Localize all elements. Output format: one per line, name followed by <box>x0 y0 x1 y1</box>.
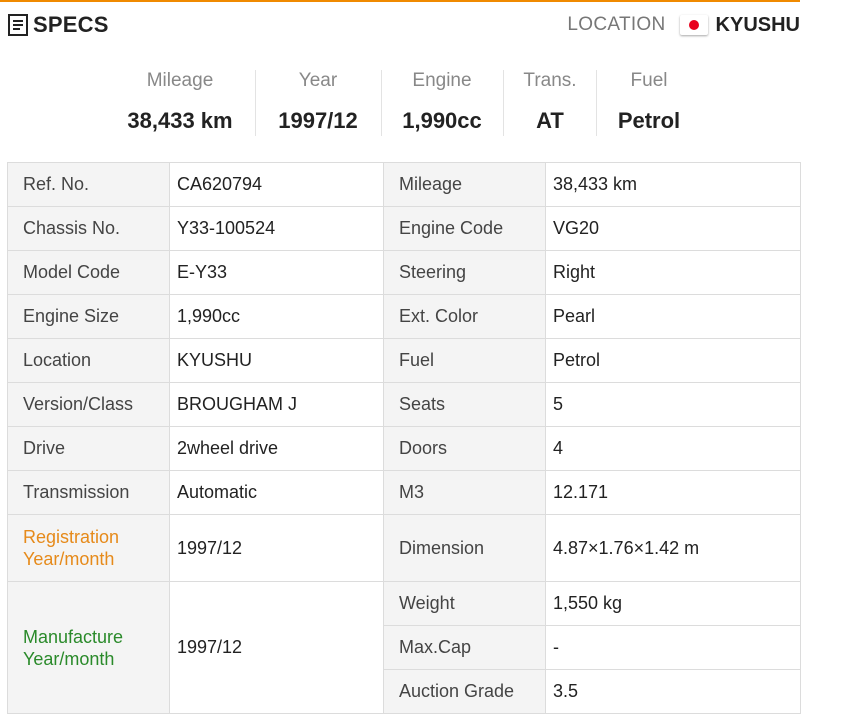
japan-flag-icon <box>679 15 708 35</box>
summary-label: Engine <box>412 70 472 91</box>
spec-label-chassis-no: Chassis No. <box>7 206 170 251</box>
spec-label-transmission: Transmission <box>7 470 170 515</box>
summary-label: Fuel <box>630 70 668 91</box>
table-row: Manufacture Year/month 1997/12 Weight 1,… <box>7 581 801 714</box>
document-icon <box>8 14 28 36</box>
summary-divider <box>596 70 597 136</box>
spec-label-version-class: Version/Class <box>7 382 170 427</box>
spec-label-engine-size: Engine Size <box>7 294 170 339</box>
summary-transmission: Trans. AT <box>506 66 594 142</box>
summary-value: 1,990cc <box>402 108 482 133</box>
location-value: KYUSHU <box>715 13 800 36</box>
spec-label-auction-grade: Auction Grade <box>383 669 546 714</box>
spec-value-dimension: 4.87×1.76×1.42 m <box>545 514 801 582</box>
specs-header: SPECS LOCATION KYUSHU <box>8 12 800 42</box>
table-row: Ref. No. CA620794 Mileage 38,433 km <box>7 162 801 207</box>
spec-value-registration: 1997/12 <box>169 514 384 582</box>
spec-value-engine-code: VG20 <box>545 206 801 251</box>
manufacture-label-line2: Year/month <box>23 648 115 669</box>
manufacture-label-line1: Manufacture <box>23 626 124 647</box>
spec-value-doors: 4 <box>545 426 801 471</box>
spec-value-ref-no: CA620794 <box>169 162 384 207</box>
spec-value-auction-grade: 3.5 <box>545 669 801 714</box>
page-title: SPECS <box>33 12 109 37</box>
spec-label-seats: Seats <box>383 382 546 427</box>
spec-value-engine-size: 1,990cc <box>169 294 384 339</box>
spec-label-ref-no: Ref. No. <box>7 162 170 207</box>
spec-value-chassis-no: Y33-100524 <box>169 206 384 251</box>
table-row: Engine Size 1,990cc Ext. Color Pearl <box>7 294 801 339</box>
spec-label-steering: Steering <box>383 250 546 295</box>
summary-engine: Engine 1,990cc <box>384 66 500 142</box>
spec-value-steering: Right <box>545 250 801 295</box>
spec-label-m3: M3 <box>383 470 546 515</box>
summary-divider <box>255 70 256 136</box>
registration-label-line1: Registration <box>23 527 120 547</box>
summary-label: Trans. <box>523 70 577 91</box>
table-row: Model Code E-Y33 Steering Right <box>7 250 801 295</box>
spec-label-model-code: Model Code <box>7 250 170 295</box>
summary-fuel: Fuel Petrol <box>600 66 698 142</box>
summary-mileage: Mileage 38,433 km <box>110 66 250 142</box>
table-row: Version/Class BROUGHAM J Seats 5 <box>7 382 801 427</box>
spec-value-version-class: BROUGHAM J <box>169 382 384 427</box>
summary-label: Mileage <box>146 70 214 91</box>
summary-label: Year <box>298 70 338 91</box>
spec-label-mileage: Mileage <box>383 162 546 207</box>
spec-value-fuel: Petrol <box>545 338 801 383</box>
table-row: Transmission Automatic M3 12.171 <box>7 470 801 515</box>
specs-title-group: SPECS <box>8 12 109 38</box>
spec-label-dimension: Dimension <box>383 514 546 582</box>
spec-value-manufacture: 1997/12 <box>169 581 384 714</box>
spec-label-registration: Registration Year/month <box>7 514 170 582</box>
table-row: Drive 2wheel drive Doors 4 <box>7 426 801 471</box>
spec-label-engine-code: Engine Code <box>383 206 546 251</box>
spec-label-drive: Drive <box>7 426 170 471</box>
location-group: LOCATION KYUSHU <box>567 12 800 38</box>
spec-value-weight: 1,550 kg <box>545 581 801 626</box>
spec-label-doors: Doors <box>383 426 546 471</box>
spec-label-fuel: Fuel <box>383 338 546 383</box>
table-row: Location KYUSHU Fuel Petrol <box>7 338 801 383</box>
spec-value-max-cap: - <box>545 625 801 670</box>
spec-value-model-code: E-Y33 <box>169 250 384 295</box>
spec-value-transmission: Automatic <box>169 470 384 515</box>
spec-value-mileage: 38,433 km <box>545 162 801 207</box>
summary-divider <box>381 70 382 136</box>
spec-value-location: KYUSHU <box>169 338 384 383</box>
summary-value: 1997/12 <box>278 108 358 133</box>
registration-label-line2: Year/month <box>23 549 115 569</box>
location-label: LOCATION <box>567 14 666 35</box>
summary-value: 38,433 km <box>127 108 233 133</box>
spec-label-max-cap: Max.Cap <box>383 625 546 670</box>
accent-top-border <box>0 0 800 2</box>
summary-value: Petrol <box>617 108 681 133</box>
table-row: Registration Year/month 1997/12 Dimensio… <box>7 514 801 582</box>
spec-label-manufacture: Manufacture Year/month <box>7 581 170 714</box>
specs-table: Ref. No. CA620794 Mileage 38,433 km Chas… <box>7 162 801 714</box>
spec-label-location: Location <box>7 338 170 383</box>
table-row: Chassis No. Y33-100524 Engine Code VG20 <box>7 206 801 251</box>
summary-year: Year 1997/12 <box>258 66 378 142</box>
spec-value-drive: 2wheel drive <box>169 426 384 471</box>
summary-divider <box>503 70 504 136</box>
spec-value-m3: 12.171 <box>545 470 801 515</box>
spec-label-ext-color: Ext. Color <box>383 294 546 339</box>
spec-value-ext-color: Pearl <box>545 294 801 339</box>
summary-value: AT <box>536 108 564 133</box>
spec-value-seats: 5 <box>545 382 801 427</box>
spec-label-weight: Weight <box>383 581 546 626</box>
